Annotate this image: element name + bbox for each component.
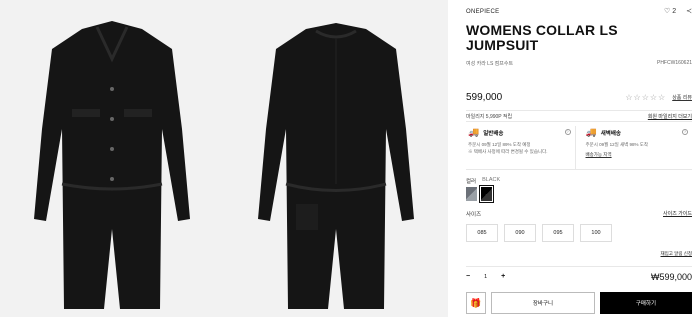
- review-link[interactable]: 상품 리뷰: [672, 94, 692, 101]
- shipping-standard[interactable]: 🚚 일반배송 ? 주문시 09월 12일 89% 도착 예정 ※ 택배사 사정에…: [466, 126, 575, 169]
- shipping-standard-title: 일반배송: [483, 130, 504, 137]
- mileage-text: 마일리지 5,990P 적립: [466, 113, 513, 120]
- product-subtitle: 여성 카라 LS 점프수트: [466, 61, 514, 67]
- product-subrow: 여성 카라 LS 점프수트 PHFCW160621: [466, 60, 692, 67]
- shipping-options: 🚚 일반배송 ? 주문시 09월 12일 89% 도착 예정 ※ 택배사 사정에…: [466, 126, 692, 170]
- purchase-actions: 🎁 장바구니 구매하기: [466, 292, 692, 314]
- share-icon[interactable]: ≺: [686, 7, 692, 15]
- truck-icon: 🚚: [468, 127, 480, 137]
- add-to-cart-button[interactable]: 장바구니: [491, 292, 595, 314]
- shipping-standard-note: ※ 택배사 사정에 따라 변경될 수 있습니다.: [468, 149, 548, 154]
- size-option[interactable]: 095: [542, 224, 574, 242]
- product-image-front[interactable]: [0, 0, 224, 317]
- size-option[interactable]: 100: [580, 224, 612, 242]
- shipping-dawn-desc: 주문시 09월 12일 새벽 98% 도착: [585, 142, 649, 147]
- quantity-value[interactable]: 1: [484, 274, 487, 280]
- wishlist-button[interactable]: ♡ 2: [663, 7, 677, 16]
- info-icon[interactable]: ?: [682, 129, 688, 135]
- info-icon[interactable]: ?: [564, 129, 571, 135]
- gift-button[interactable]: 🎁: [466, 292, 486, 314]
- product-gallery: [0, 0, 448, 317]
- quantity-row: − 1 + ₩599,000: [466, 266, 692, 282]
- buy-now-button[interactable]: 구매하기: [600, 292, 692, 314]
- mileage-link[interactable]: 회원 마일리지 더보기: [648, 113, 692, 120]
- wish-count: 2: [672, 7, 677, 15]
- product-code: PHFCW160621: [656, 60, 692, 66]
- shipping-area-link[interactable]: 배송가능 지역: [586, 152, 691, 158]
- minus-button[interactable]: −: [466, 273, 470, 280]
- shipping-dawn-title: 새벽배송: [600, 130, 621, 137]
- top-actions: ♡ 2 ≺: [663, 7, 692, 16]
- color-label: 컬러 BLACK: [466, 177, 500, 185]
- color-value: BLACK: [482, 177, 501, 183]
- size-option[interactable]: 090: [504, 224, 536, 242]
- product-title: WOMENS COLLAR LS JUMPSUIT: [466, 22, 618, 53]
- heart-icon: ♡: [663, 8, 671, 15]
- color-swatches: [466, 185, 494, 203]
- shipping-dawn[interactable]: 🚚 새벽배송 ? 주문시 09월 12일 새벽 98% 도착 배송가능 지역: [574, 126, 693, 169]
- brand-label: ONEPIECE: [466, 9, 500, 15]
- size-options: 085 090 095 100: [466, 224, 612, 242]
- size-guide-link[interactable]: 사이즈 가이드: [663, 210, 692, 217]
- rating: ☆☆☆☆☆ 상품 리뷰: [625, 93, 692, 102]
- mileage-bar: 마일리지 5,990P 적립 회원 마일리지 더보기: [466, 110, 692, 122]
- size-label: 사이즈: [466, 212, 482, 218]
- rating-stars: ☆☆☆☆☆: [625, 93, 667, 102]
- shipping-standard-desc: 주문시 09월 12일 89% 도착 예정: [468, 142, 531, 147]
- restock-alert-link[interactable]: 재입고 알림 신청: [661, 251, 692, 257]
- product-detail-panel: ONEPIECE ♡ 2 ≺ WOMENS COLLAR LS JUMPSUIT…: [448, 0, 700, 317]
- swatch-grey[interactable]: [466, 187, 477, 201]
- gift-icon: 🎁: [470, 297, 482, 308]
- color-label-text: 컬러: [466, 179, 477, 185]
- total-price: ₩599,000: [650, 271, 692, 282]
- quantity-stepper: − 1 +: [466, 273, 505, 280]
- truck-fast-icon: 🚚: [585, 127, 597, 137]
- product-image-back[interactable]: [224, 0, 448, 317]
- plus-button[interactable]: +: [501, 273, 505, 280]
- swatch-black[interactable]: [479, 185, 494, 203]
- product-price: 599,000: [466, 92, 503, 103]
- size-option[interactable]: 085: [466, 224, 498, 242]
